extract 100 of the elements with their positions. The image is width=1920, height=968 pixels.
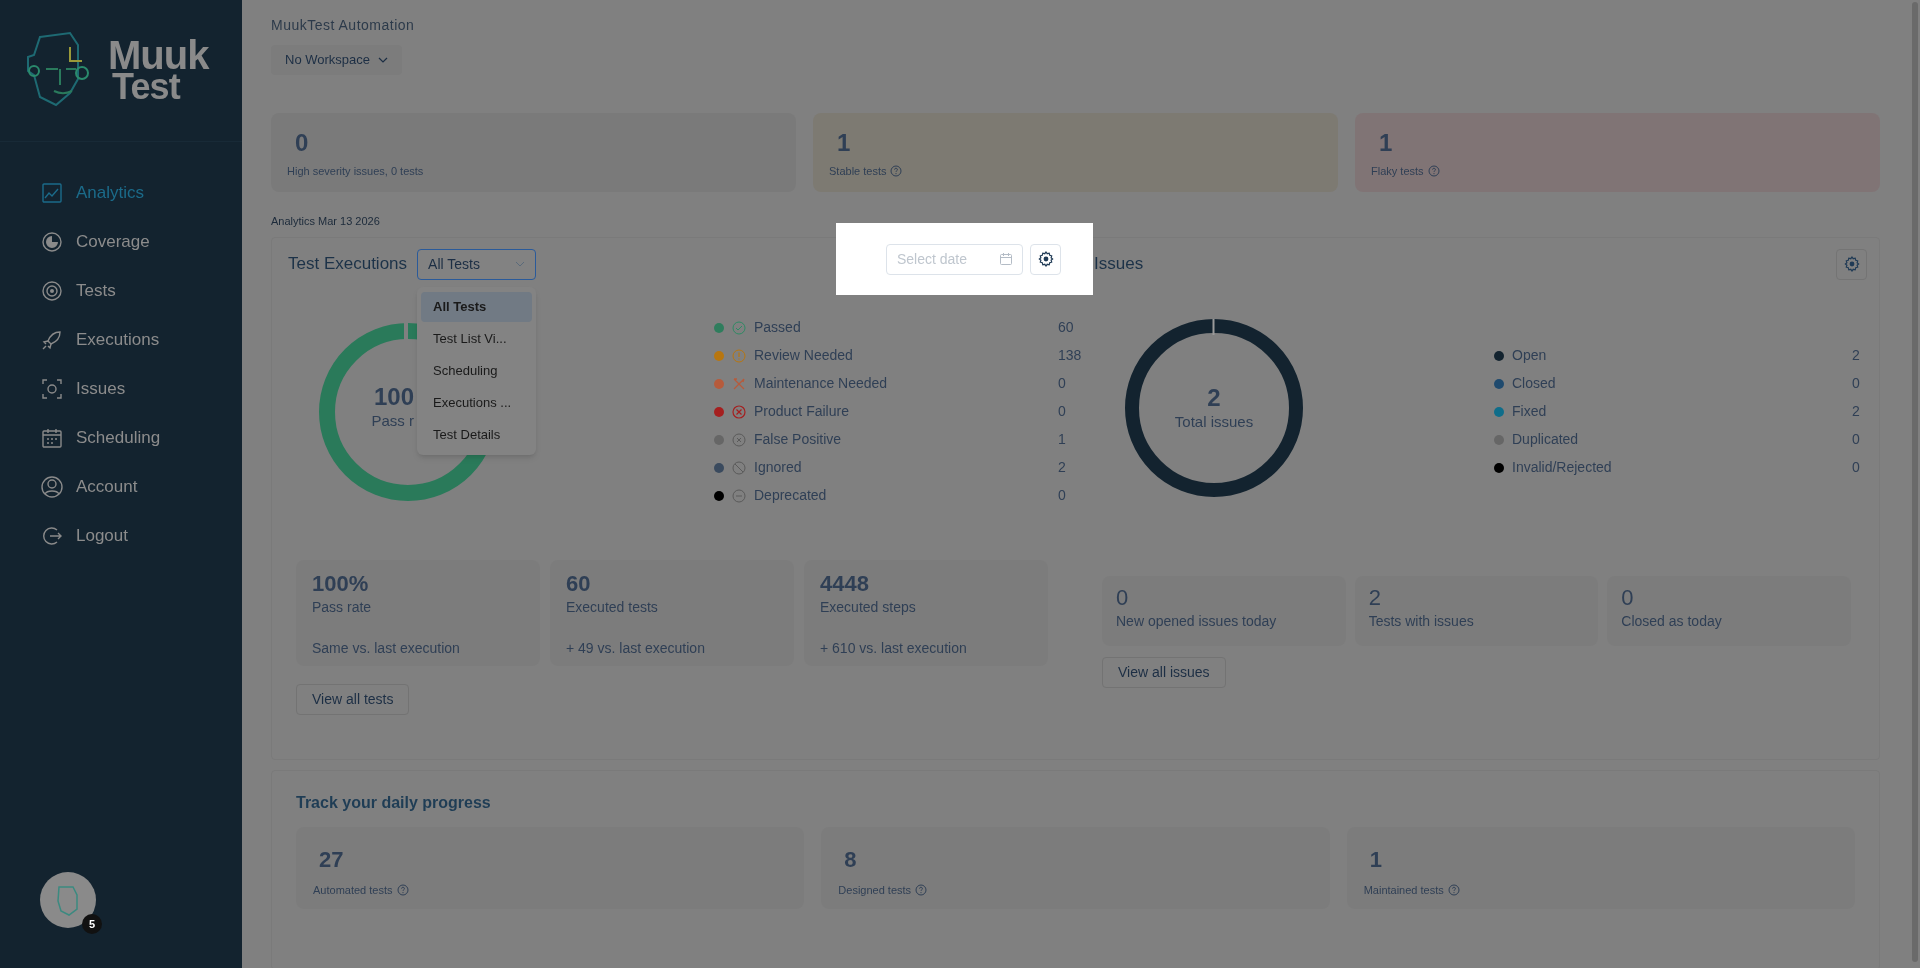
avatar[interactable]	[40, 872, 96, 928]
logo-text: Muuk	[108, 38, 209, 73]
chart-icon	[40, 181, 64, 205]
legend-label: Deprecated	[754, 486, 828, 505]
dropdown-option[interactable]: Test Details	[421, 419, 533, 450]
legend-label: Fixed	[1512, 402, 1548, 421]
target-icon	[40, 279, 64, 303]
summary-label: Flaky tests	[1371, 165, 1424, 177]
legend-count: 2	[1852, 346, 1861, 365]
legend-count: 1	[1058, 430, 1067, 449]
summary-label: High severity issues, 0 tests	[287, 165, 424, 177]
logout-icon	[40, 524, 64, 548]
stat-label: Pass rate	[312, 598, 373, 617]
progress-label: Maintained tests	[1363, 883, 1444, 896]
dropdown-option[interactable]: All Tests	[421, 291, 533, 322]
date-field[interactable]: Select date	[886, 243, 1023, 275]
summary-value: 0	[294, 128, 310, 158]
stat-label: New opened issues today	[1116, 612, 1278, 631]
donut-label: Pass r	[370, 411, 414, 431]
summary-value: 1	[1378, 128, 1394, 158]
legend-label: Product Failure	[754, 402, 850, 421]
nav-item[interactable]: Executions	[40, 325, 242, 355]
legend-label: Duplicated	[1512, 430, 1580, 449]
donut-label: Total issues	[1174, 413, 1254, 432]
pie-icon	[40, 230, 64, 254]
chevron-down-icon	[378, 57, 388, 63]
legend-count: 2	[1058, 458, 1067, 477]
stat-label: Executed tests	[566, 598, 659, 617]
stat-label: Executed steps	[820, 598, 917, 617]
settings-icon	[1037, 251, 1054, 267]
user-icon	[40, 475, 64, 499]
minus-circle-icon	[732, 488, 746, 503]
legend-label: False Positive	[754, 430, 843, 449]
dropdown-option[interactable]: Test List Vi...	[421, 323, 533, 354]
exclamation-circle-icon	[732, 348, 746, 363]
dropdown-option[interactable]: Scheduling	[421, 355, 533, 386]
legend-count: 0	[1058, 486, 1067, 505]
progress-value: 8	[843, 845, 858, 874]
legend-label: Passed	[754, 318, 802, 337]
legend-count: 138	[1058, 346, 1083, 365]
donut-value: 2	[1207, 383, 1221, 414]
stat-value: 100%	[312, 569, 370, 597]
legend-count: 0	[1852, 458, 1861, 477]
stat-value: 60	[566, 569, 592, 597]
workspace-dropdown[interactable]: No Workspace	[271, 45, 402, 75]
analytics-date: Analytics Mar 13 2026	[271, 214, 381, 229]
stat-label: Tests with issues	[1368, 612, 1475, 631]
section-title: Issues	[1094, 253, 1144, 276]
legend-label: Maintenance Needed	[754, 374, 889, 393]
check-circle-icon	[732, 320, 746, 335]
notification-badge: 5	[82, 914, 102, 934]
stat-value: 4448	[820, 569, 870, 597]
legend-count: 0	[1852, 374, 1861, 393]
summary-value: 1	[836, 128, 852, 158]
test-filter-select[interactable]: All Tests	[417, 248, 537, 280]
legend-count: 0	[1058, 402, 1067, 421]
progress-label: Designed tests	[838, 883, 912, 896]
nav-item[interactable]: Scheduling	[40, 423, 242, 453]
stat-label: Closed as today	[1621, 612, 1723, 631]
stat-value: 0	[1116, 583, 1130, 611]
donut-value: 100	[372, 381, 414, 412]
dropdown-option[interactable]: Executions ...	[421, 387, 533, 418]
page-title: MuukTest Automation	[271, 16, 416, 35]
nav-item[interactable]: Analytics	[40, 178, 242, 208]
x-circle-icon	[732, 432, 746, 447]
legend-count: 60	[1058, 318, 1075, 337]
section-title: Test Executions	[288, 253, 408, 276]
nav-item[interactable]: Logout	[40, 521, 242, 551]
view-all-tests-button[interactable]: View all tests	[296, 683, 410, 715]
legend-label: Ignored	[754, 458, 803, 477]
nav-item[interactable]: Tests	[40, 276, 242, 306]
legend-count: 0	[1852, 430, 1861, 449]
legend-count: 2	[1852, 402, 1861, 421]
logo-text: Test	[112, 72, 181, 103]
legend-label: Invalid/Rejected	[1512, 458, 1613, 477]
calendar-icon	[40, 426, 64, 450]
nav-item[interactable]: Issues	[40, 374, 242, 404]
stat-note: + 610 vs. last execution	[820, 639, 968, 658]
progress-label: Automated tests	[313, 883, 393, 896]
legend-label: Closed	[1512, 374, 1557, 393]
nav-item[interactable]: Account	[40, 472, 242, 502]
prohibited-icon	[732, 460, 746, 475]
calendar-icon	[999, 251, 1013, 266]
stat-note: + 49 vs. last execution	[566, 639, 706, 658]
chevron-down-icon	[515, 261, 526, 267]
tools-icon	[732, 376, 746, 391]
rocket-icon	[40, 328, 64, 352]
settings-icon	[1843, 256, 1860, 272]
legend-label: Open	[1512, 346, 1548, 365]
progress-value: 1	[1368, 845, 1383, 874]
section-title: Track your daily progress	[296, 792, 492, 813]
stat-note: Same vs. last execution	[312, 639, 461, 658]
nav-item[interactable]: Coverage	[40, 227, 242, 257]
view-all-issues-button[interactable]: View all issues	[1102, 656, 1226, 688]
summary-label: Stable tests	[829, 165, 887, 177]
progress-value: 27	[318, 845, 345, 874]
stat-value: 0	[1621, 583, 1635, 611]
legend-count: 0	[1058, 374, 1067, 393]
x-circle-icon	[732, 404, 746, 419]
stat-value: 2	[1368, 583, 1382, 611]
